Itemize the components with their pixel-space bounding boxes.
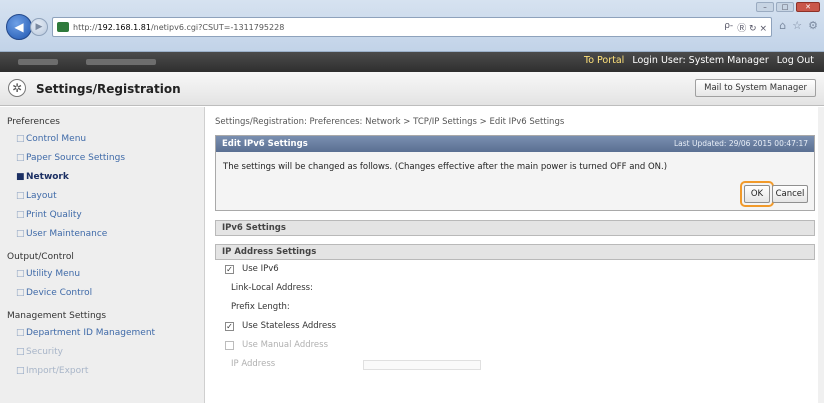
bullet-icon: □	[16, 210, 25, 220]
bullet-icon: □	[16, 366, 25, 376]
ip-address-row: IP Address	[225, 355, 815, 374]
cancel-button[interactable]: Cancel	[772, 185, 808, 203]
use-ipv6-label: Use IPv6	[242, 264, 279, 274]
prefix-length-label: Prefix Length:	[231, 302, 290, 312]
use-manual-row: Use Manual Address	[225, 336, 815, 355]
bullet-icon: □	[16, 288, 25, 298]
forward-button[interactable]: ▶	[30, 18, 48, 36]
sidebar-item-device-control[interactable]: □Device Control	[0, 286, 204, 305]
star-icon[interactable]: ☆	[792, 19, 802, 32]
gear-icon[interactable]: ⚙	[808, 19, 818, 32]
bullet-icon: □	[16, 269, 25, 279]
sidebar: Preferences □Control Menu □Paper Source …	[0, 107, 205, 403]
sidebar-item-import-export[interactable]: □Import/Export	[0, 364, 204, 383]
sidebar-item-layout[interactable]: □Layout	[0, 189, 204, 208]
ip-address-label: IP Address	[231, 359, 276, 369]
sidebar-section-management: Management Settings	[7, 311, 107, 321]
url-text[interactable]: http://192.168.1.81/netipv6.cgi?CSUT=-13…	[73, 23, 284, 32]
search-icon[interactable]: ρ-	[724, 21, 733, 34]
sidebar-item-utility-menu[interactable]: □Utility Menu	[0, 267, 204, 286]
panel-body: The settings will be changed as follows.…	[216, 152, 814, 210]
sidebar-item-security[interactable]: □Security	[0, 345, 204, 364]
use-ipv6-row: ✓ Use IPv6	[225, 260, 815, 279]
ipv6-settings-header: IPv6 Settings	[215, 220, 815, 236]
window-controls: – □ ✕	[756, 2, 820, 12]
address-tools: ρ- Ⓡ ↻ ×	[724, 21, 771, 34]
prefix-length-row: Prefix Length:	[225, 298, 815, 317]
sidebar-item-network[interactable]: ■Network	[0, 170, 204, 189]
refresh-stop-icons[interactable]: Ⓡ ↻ ×	[737, 21, 767, 34]
page-header: ✲ Settings/Registration Mail to System M…	[0, 72, 824, 106]
use-stateless-row: ✓ Use Stateless Address	[225, 317, 815, 336]
logout-link[interactable]: Log Out	[777, 55, 814, 66]
mail-to-system-manager-button[interactable]: Mail to System Manager	[695, 79, 816, 97]
bullet-icon: □	[16, 191, 25, 201]
home-icon[interactable]: ⌂	[779, 19, 786, 32]
sidebar-item-control-menu[interactable]: □Control Menu	[0, 132, 204, 151]
ip-address-input[interactable]	[363, 359, 482, 370]
scrollbar[interactable]	[818, 107, 824, 403]
bullet-icon: ■	[16, 172, 25, 182]
sidebar-section-output-control: Output/Control	[7, 252, 74, 262]
use-stateless-checkbox[interactable]: ✓	[225, 322, 234, 331]
use-manual-label: Use Manual Address	[242, 340, 329, 350]
main-content: Settings/Registration: Preferences: Netw…	[215, 107, 815, 374]
sidebar-section-preferences: Preferences	[7, 117, 60, 127]
ip-address-settings-header: IP Address Settings	[215, 244, 815, 260]
bullet-icon: □	[16, 328, 25, 338]
to-portal-link[interactable]: To Portal	[584, 55, 624, 66]
sidebar-item-user-maintenance[interactable]: □User Maintenance	[0, 227, 204, 246]
last-updated: Last Updated: 29/06 2015 00:47:17	[674, 139, 808, 148]
login-user-text: Login User: System Manager	[632, 55, 769, 66]
back-button[interactable]: ◀	[6, 14, 32, 40]
bullet-icon: □	[16, 153, 25, 163]
bullet-icon: □	[16, 229, 25, 239]
bullet-icon: □	[16, 347, 25, 357]
use-stateless-label: Use Stateless Address	[242, 321, 337, 331]
use-manual-checkbox[interactable]	[225, 341, 234, 350]
use-ipv6-checkbox[interactable]: ✓	[225, 265, 234, 274]
sidebar-item-print-quality[interactable]: □Print Quality	[0, 208, 204, 227]
browser-chrome: – □ ✕ ◀ ▶ http://192.168.1.81/netipv6.cg…	[0, 0, 824, 52]
browser-toolbar-icons: ⌂ ☆ ⚙	[779, 19, 818, 32]
minimize-button[interactable]: –	[756, 2, 774, 12]
page-title: Settings/Registration	[36, 82, 181, 96]
bullet-icon: □	[16, 134, 25, 144]
close-window-button[interactable]: ✕	[796, 2, 820, 12]
sidebar-item-department-id[interactable]: □Department ID Management	[0, 326, 204, 345]
link-local-label: Link-Local Address:	[231, 283, 313, 293]
panel-title: Edit IPv6 Settings	[222, 139, 308, 149]
address-bar[interactable]: http://192.168.1.81/netipv6.cgi?CSUT=-13…	[52, 17, 772, 37]
ip-settings-rows: ✓ Use IPv6 Link-Local Address: Prefix Le…	[215, 260, 815, 374]
edit-ipv6-panel: Edit IPv6 Settings Last Updated: 29/06 2…	[215, 135, 815, 211]
settings-gear-icon: ✲	[8, 79, 26, 97]
device-info-blurred	[18, 59, 156, 65]
remote-ui-topbar: To Portal Login User: System Manager Log…	[0, 52, 824, 72]
ok-button[interactable]: OK	[744, 185, 770, 203]
site-icon	[57, 22, 69, 32]
panel-header: Edit IPv6 Settings Last Updated: 29/06 2…	[216, 136, 814, 152]
confirmation-message: The settings will be changed as follows.…	[223, 162, 668, 172]
maximize-button[interactable]: □	[776, 2, 794, 12]
sidebar-item-paper-source[interactable]: □Paper Source Settings	[0, 151, 204, 170]
link-local-row: Link-Local Address:	[225, 279, 815, 298]
breadcrumb: Settings/Registration: Preferences: Netw…	[215, 117, 565, 127]
